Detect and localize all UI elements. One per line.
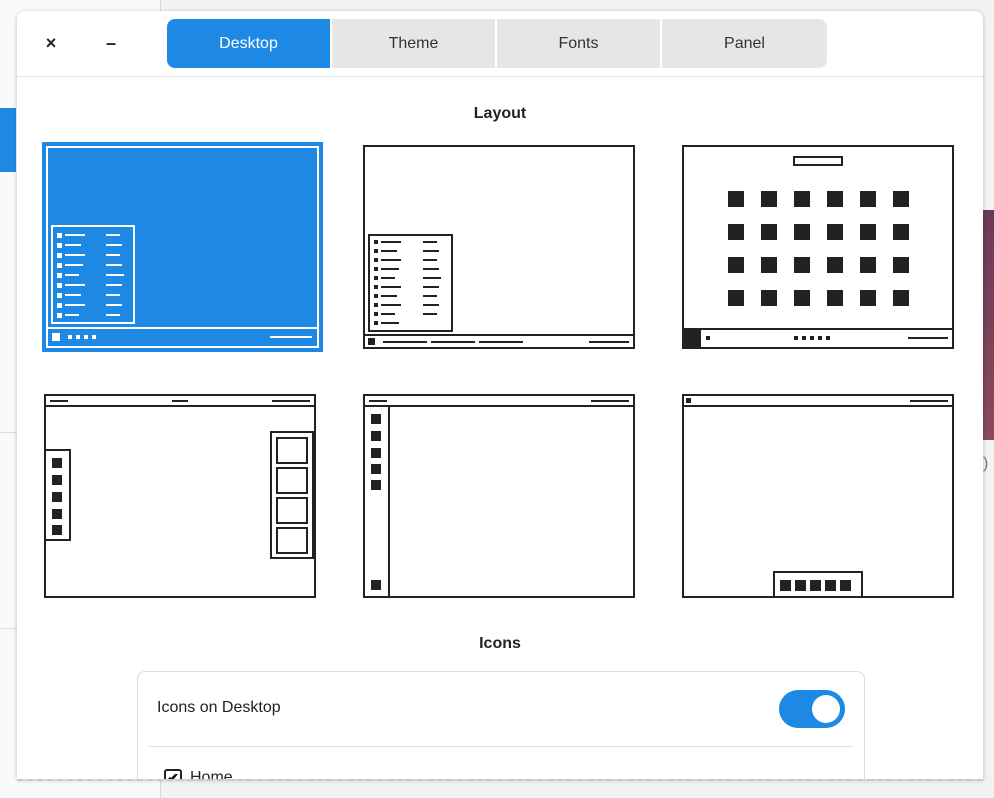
card-divider bbox=[149, 746, 853, 747]
background-selection-bar bbox=[0, 108, 16, 172]
layout-section-title: Layout bbox=[473, 105, 527, 122]
icons-on-desktop-label: Icons on Desktop bbox=[157, 699, 281, 716]
tab-desktop[interactable]: Desktop bbox=[167, 19, 332, 68]
checkmark-icon: ✔ bbox=[167, 770, 179, 779]
tab-bar: Desktop Theme Fonts Panel bbox=[167, 19, 827, 68]
layout-option-traditional[interactable] bbox=[42, 142, 323, 352]
layout-preview-traditional bbox=[42, 142, 323, 352]
close-icon: × bbox=[45, 32, 57, 53]
icons-on-desktop-toggle[interactable] bbox=[779, 690, 845, 728]
layout-option-left-dock[interactable] bbox=[363, 394, 635, 602]
layout-preview-side-docks bbox=[44, 394, 316, 598]
layout-preview-app-grid bbox=[682, 145, 954, 349]
home-checkbox-label: Home bbox=[190, 769, 233, 779]
header-bar: × – Desktop Theme Fonts Panel bbox=[17, 11, 983, 77]
layout-option-bottom-dock[interactable] bbox=[682, 394, 954, 602]
icons-settings-card: Icons on Desktop ✔ Home bbox=[137, 671, 865, 779]
layout-preview-left-dock bbox=[363, 394, 635, 598]
settings-window: × – Desktop Theme Fonts Panel Layout Ico… bbox=[17, 11, 983, 779]
window-bottom-edge bbox=[17, 779, 983, 781]
tab-theme[interactable]: Theme bbox=[332, 19, 497, 68]
layout-option-bottom-panel-menu[interactable] bbox=[363, 145, 635, 353]
minimize-button[interactable]: – bbox=[97, 29, 125, 57]
toggle-knob bbox=[812, 695, 840, 723]
home-checkbox[interactable]: ✔ bbox=[164, 769, 182, 779]
minimize-icon: – bbox=[105, 32, 116, 53]
icons-section-title: Icons bbox=[479, 635, 521, 652]
layout-option-side-docks[interactable] bbox=[44, 394, 316, 602]
tab-panel[interactable]: Panel bbox=[662, 19, 827, 68]
close-button[interactable]: × bbox=[37, 29, 65, 57]
layout-preview-bottom-panel-menu bbox=[363, 145, 635, 349]
layout-option-app-grid[interactable] bbox=[682, 145, 954, 353]
tab-fonts[interactable]: Fonts bbox=[497, 19, 662, 68]
background-wallpaper-strip bbox=[983, 210, 994, 440]
layout-preview-bottom-dock bbox=[682, 394, 954, 598]
background-text-fragment: ) bbox=[983, 455, 989, 472]
